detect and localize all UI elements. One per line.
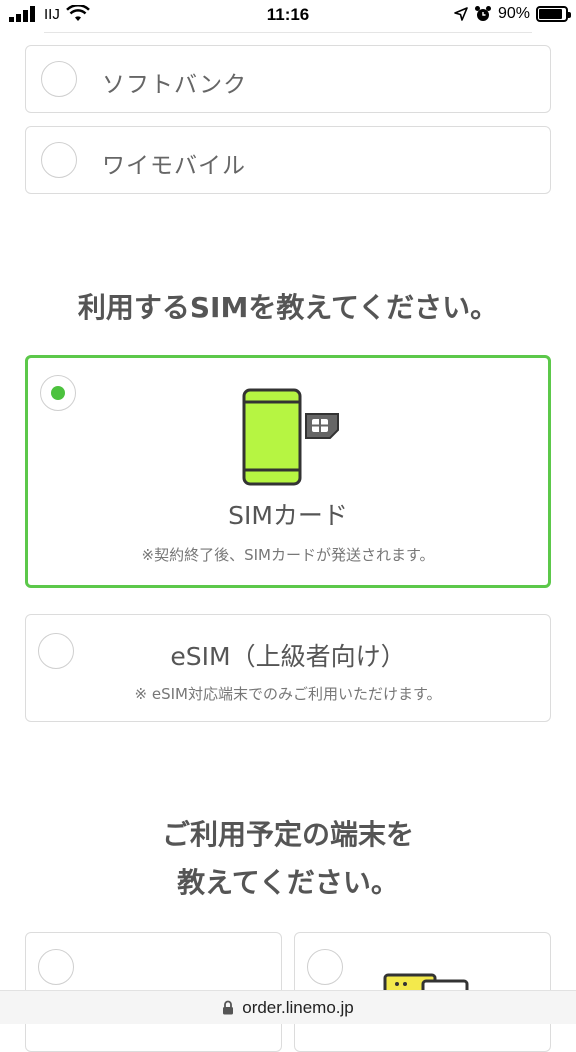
radio-button[interactable] (41, 61, 77, 97)
browser-url-bar[interactable]: order.linemo.jp (0, 990, 576, 1024)
sim-option-note: ※契約終了後、SIMカードが発送されます。 (28, 544, 548, 565)
battery-percent: 90% (498, 5, 530, 23)
battery-fill (539, 9, 562, 19)
sim-option-sim-card[interactable]: SIMカード ※契約終了後、SIMカードが発送されます。 (25, 355, 551, 588)
sim-section-title: 利用するSIMを教えてください。 (0, 285, 576, 331)
status-bar: IIJ 11:16 90% (0, 0, 576, 32)
carrier-label: ワイモバイル (102, 146, 246, 180)
sim-option-label: SIMカード (28, 496, 548, 532)
carrier-option-softbank[interactable]: ソフトバンク (25, 45, 551, 113)
alarm-icon (474, 5, 492, 23)
radio-dot (51, 386, 65, 400)
sim-option-esim[interactable]: eSIM（上級者向け） ※ eSIM対応端末でのみご利用いただけます。 (25, 614, 551, 722)
sim-card-phone-icon (240, 388, 360, 488)
radio-button[interactable] (38, 949, 74, 985)
carrier-label: ソフトバンク (102, 65, 247, 99)
sim-option-label: eSIM（上級者向け） (26, 637, 550, 673)
device-section-title-line2: 教えてください。 (0, 860, 576, 906)
radio-button-selected[interactable] (40, 375, 76, 411)
location-icon (454, 7, 468, 21)
status-right: 90% (454, 5, 568, 23)
divider (44, 32, 532, 33)
url-text: order.linemo.jp (242, 998, 354, 1018)
radio-button[interactable] (307, 949, 343, 985)
battery-icon (536, 6, 568, 22)
carrier-option-ymobile[interactable]: ワイモバイル (25, 126, 551, 194)
device-section-title-line1: ご利用予定の端末を (0, 812, 576, 858)
radio-button[interactable] (41, 142, 77, 178)
sim-option-note: ※ eSIM対応端末でのみご利用いただけます。 (26, 683, 550, 704)
lock-icon (222, 1000, 234, 1015)
